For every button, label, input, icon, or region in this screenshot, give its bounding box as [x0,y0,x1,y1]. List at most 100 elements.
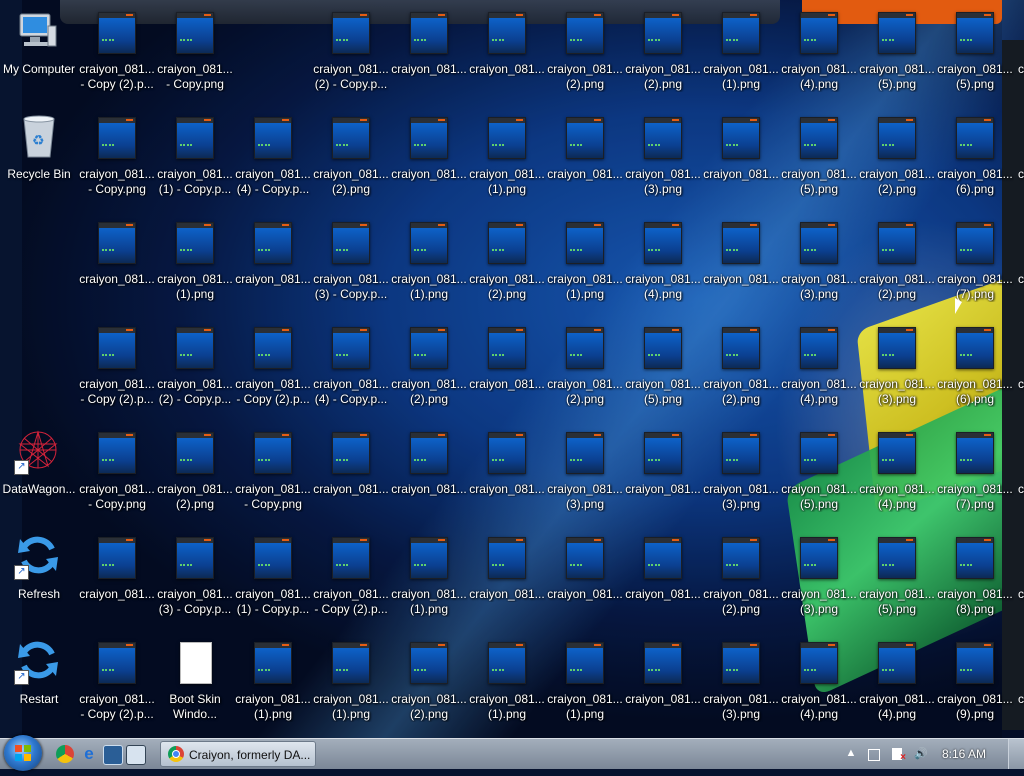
datawagon-shortcut[interactable]: ↗ DataWagon... [0,424,78,528]
desktop-file-icon[interactable]: craiyon_081... (8).png [936,529,1014,633]
desktop-file-icon[interactable]: craiyon_081... (3).png [780,214,858,318]
volume-icon[interactable]: 🔊 [914,747,928,761]
desktop-file-icon[interactable]: craiyon_081... (3).png [702,424,780,528]
switch-windows-icon[interactable] [126,745,146,765]
desktop-file-icon[interactable]: craiyon_081... (2).png [156,424,234,528]
desktop-file-icon[interactable]: craiyon_081... - Copy (2).p... [234,319,312,423]
restart-shortcut[interactable]: ↗ Restart [0,634,78,738]
desktop-file-icon[interactable]: craiyon_081... (1).png [468,634,546,738]
desktop-file-icon[interactable]: craiyon_081... (3).png [624,109,702,213]
desktop-file-icon[interactable]: craiyon_081... [546,529,624,633]
desktop-file-icon[interactable]: craiyon_081... (2).png [546,4,624,108]
desktop-file-icon[interactable]: craiyon_081... [78,529,156,633]
desktop-file-icon[interactable]: craiyon_081... (2).png [468,214,546,318]
desktop-file-icon[interactable]: craiyon_081... (4) - Copy.p... [234,109,312,213]
taskbar-chrome-window[interactable]: Craiyon, formerly DA... [160,741,316,767]
desktop-file-icon[interactable]: craiyon_081... (4).png [780,4,858,108]
desktop-file-icon[interactable]: craiyon_081... (2).png [390,634,468,738]
desktop-file-icon[interactable]: craiyon_081... (1).png [702,4,780,108]
desktop-file-icon[interactable]: craiyon_081... (2).png [390,319,468,423]
desktop-file-icon[interactable]: craiyon_081... (4).png [780,634,858,738]
desktop-file-icon[interactable]: craiyon_081... (1).png [312,634,390,738]
desktop-file-icon[interactable]: craiyon_081... - Copy (2).p... [78,4,156,108]
desktop-file-icon[interactable]: craiyon_081... (1) - Copy.p... [156,109,234,213]
desktop-file-icon[interactable]: craiyon_081... (2) - Copy.p... [312,4,390,108]
desktop-file-icon[interactable]: craiyon_081... (5).png [624,319,702,423]
desktop-file-icon[interactable]: craiyon_081... - Copy (2).p... [78,319,156,423]
desktop-file-icon[interactable]: craiyon_081... - Copy (2).p... [312,529,390,633]
desktop-file-icon[interactable]: craiyon_081... (5).png [780,109,858,213]
desktop-file-icon[interactable]: craiyon_081... [624,424,702,528]
desktop-file-icon[interactable]: craiyon_081... (3) - Copy.p... [156,529,234,633]
desktop-file-icon[interactable]: craiyon_081... (5).png [858,529,936,633]
desktop-file-icon[interactable]: craiyon_081... (9).png [936,634,1014,738]
desktop-file-icon[interactable]: craiyon_081... [624,634,702,738]
refresh-shortcut[interactable]: ↗ Refresh [0,529,78,633]
desktop-file-icon[interactable]: craiyon_081... (7).png [936,214,1014,318]
desktop-file-icon[interactable]: craiyon_081... - Copy.png [156,4,234,108]
desktop-file-icon[interactable]: craiyon_081... (2).png [312,109,390,213]
desktop-file-icon[interactable]: craiyon_081... (4) - Copy.p... [312,319,390,423]
desktop-file-icon[interactable]: craiyon_081... (2).png [546,319,624,423]
desktop-file-icon[interactable]: craiyon_081... [702,109,780,213]
desktop-file-icon[interactable]: craiyon_081... (1).png [390,214,468,318]
desktop-file-icon[interactable]: craiyon_081... (6).png [936,319,1014,423]
desktop-file-icon[interactable]: craiyon_081... (3).png [702,634,780,738]
clock[interactable]: 8:16 AM [942,747,986,761]
desktop-file-icon[interactable]: craiyon_081... (3).png [780,529,858,633]
internet-explorer-icon[interactable]: e [80,745,98,763]
desktop-file-icon[interactable]: craiyon_081... (6).png [936,109,1014,213]
desktop-file-icon[interactable]: craiyon_081... (2).png [858,214,936,318]
desktop-file-icon[interactable]: craiyon_081... (1).png [546,214,624,318]
desktop-file-icon[interactable]: craiyon_081... (1) - Copy.p... [234,529,312,633]
desktop-file-icon[interactable]: craiyon_081... (4).png [624,214,702,318]
desktop-file-icon[interactable]: craiyon_081... (4).png [858,634,936,738]
desktop-file-icon[interactable]: craiyon_081... (2).png [624,4,702,108]
desktop-file-icon[interactable]: craiyon_081... [78,214,156,318]
desktop-file-icon[interactable]: craiyon_081... (3).png [546,424,624,528]
desktop-file-icon[interactable]: craiyon_081... [234,214,312,318]
desktop-file-icon[interactable]: craiyon_081... - Copy.png [234,424,312,528]
desktop-file-icon[interactable]: craiyon_081... (2).png [702,319,780,423]
desktop-file-icon[interactable]: craiyon_081... [390,109,468,213]
desktop-file-icon[interactable]: craiyon_081... [312,424,390,528]
show-desktop-button[interactable] [1008,739,1024,769]
desktop-file-icon[interactable]: craiyon_081... (1).png [234,634,312,738]
desktop-file-icon[interactable]: craiyon_081... [468,4,546,108]
desktop-file-icon[interactable]: Boot Skin Windo... [156,634,234,738]
desktop-file-icon[interactable]: craiyon_081... (5).png [780,424,858,528]
desktop-file-icon[interactable]: craiyon_081... (1).png [156,214,234,318]
show-hidden-icons-icon[interactable]: ▲ [844,747,858,761]
recycle-bin-icon[interactable]: ♻ Recycle Bin [0,109,78,213]
desktop-file-icon[interactable]: craiyon_081... (1).png [390,529,468,633]
desktop-file-icon[interactable]: craiyon_081... - Copy.png [78,109,156,213]
desktop-file-icon[interactable]: craiyon_081... - Copy.png [78,424,156,528]
desktop-file-icon[interactable]: craiyon_081... (7).png [936,424,1014,528]
start-button[interactable] [4,735,42,771]
desktop-file-icon[interactable]: craiyon_081... (1).png [468,109,546,213]
desktop-file-icon[interactable]: craiyon_081... (5).png [936,4,1014,108]
desktop[interactable]: ccccccc My Computer ♻ Recycle Bin ↗ Data… [0,0,1024,738]
desktop-file-icon[interactable]: craiyon_081... - Copy (2).p... [78,634,156,738]
desktop-file-icon[interactable]: craiyon_081... (3) - Copy.p... [312,214,390,318]
my-computer-icon[interactable]: My Computer [0,4,78,108]
desktop-file-icon[interactable]: craiyon_081... (4).png [858,424,936,528]
desktop-file-icon[interactable]: craiyon_081... (2).png [858,109,936,213]
show-desktop-quicklaunch-icon[interactable] [103,745,123,765]
desktop-file-icon[interactable]: craiyon_081... [468,319,546,423]
desktop-file-icon[interactable]: craiyon_081... [546,109,624,213]
desktop-file-icon[interactable]: craiyon_081... (3).png [858,319,936,423]
desktop-file-icon[interactable]: craiyon_081... (5).png [858,4,936,108]
network-icon[interactable] [868,749,880,761]
desktop-file-icon[interactable]: craiyon_081... (2).png [702,529,780,633]
desktop-file-icon[interactable]: craiyon_081... (2) - Copy.p... [156,319,234,423]
chrome-quicklaunch-icon[interactable] [56,745,74,763]
desktop-file-icon[interactable]: craiyon_081... [702,214,780,318]
desktop-file-icon[interactable]: craiyon_081... (1).png [546,634,624,738]
desktop-file-icon[interactable]: craiyon_081... [624,529,702,633]
desktop-file-icon[interactable]: craiyon_081... (4).png [780,319,858,423]
desktop-file-icon[interactable]: craiyon_081... [390,4,468,108]
desktop-file-icon[interactable]: craiyon_081... [468,424,546,528]
desktop-file-icon[interactable]: craiyon_081... [468,529,546,633]
desktop-file-icon[interactable]: craiyon_081... [390,424,468,528]
